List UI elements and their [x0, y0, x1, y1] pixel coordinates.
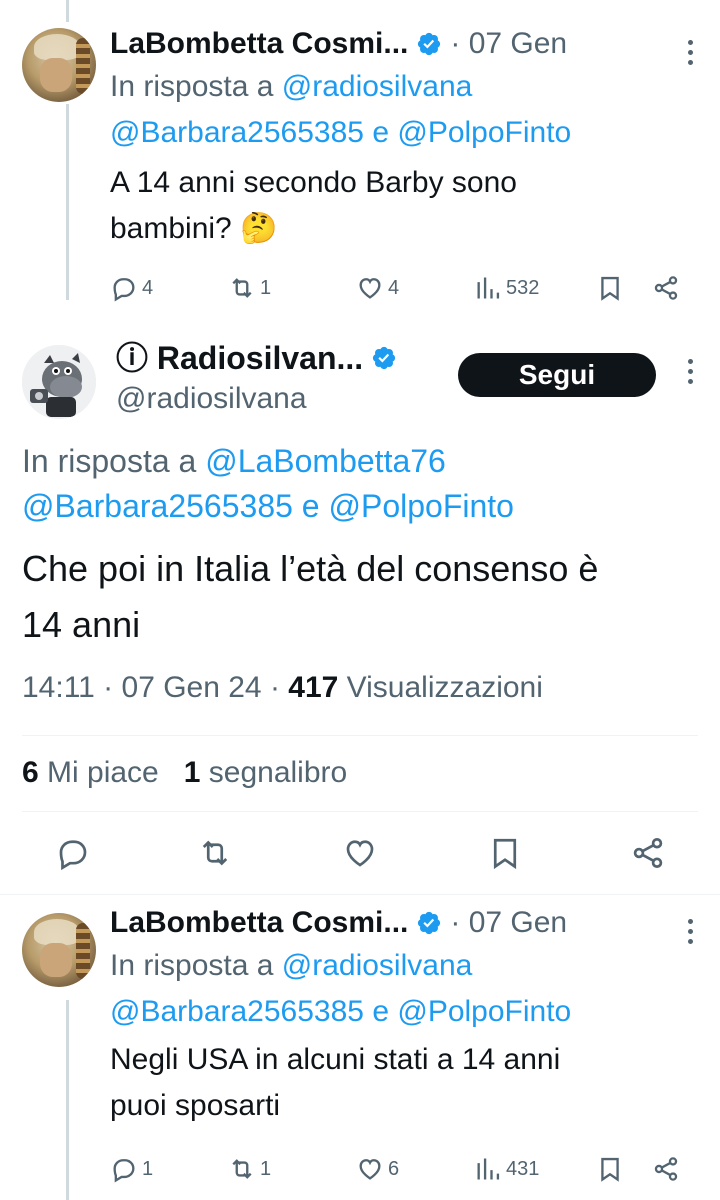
reply-button[interactable]: 4: [110, 274, 153, 302]
share-button[interactable]: [652, 1155, 680, 1183]
like-button[interactable]: [342, 835, 378, 871]
like-count: 6: [388, 1157, 400, 1180]
views-icon: [477, 1158, 500, 1180]
mention-link[interactable]: @LaBombetta76: [205, 443, 446, 479]
bookmark-icon: [601, 276, 619, 301]
bookmark-button[interactable]: [487, 835, 523, 871]
hippo-avatar-icon: [22, 345, 96, 419]
author-name[interactable]: ⓘ Radiosilvan...: [116, 337, 397, 379]
engagement-stats: 6 Mi piace 1 segnalibro: [22, 753, 347, 793]
reply-tweet-2[interactable]: LaBombetta Cosmi... · 07 Gen In risposta…: [0, 895, 720, 1200]
mention-link[interactable]: @radiosilvana: [282, 70, 473, 103]
divider: [22, 811, 698, 812]
like-count: 4: [388, 276, 400, 299]
mention-link[interactable]: @PolpoFinto: [397, 116, 571, 149]
views-count: 417: [288, 671, 339, 704]
like-icon: [346, 840, 374, 867]
tweet-text: Che poi in Italia l’età del consenso è 14…: [22, 548, 599, 645]
verified-badge-icon: [418, 911, 441, 935]
like-button[interactable]: 4: [356, 274, 399, 302]
views-label: Visualizzazioni: [338, 671, 543, 704]
tweet-text: Negli USA in alcuni stati a 14 anni puoi …: [110, 1043, 561, 1122]
retweet-count: 1: [260, 1157, 272, 1180]
reply-to-line-2: @Barbara2565385 e @PolpoFinto: [110, 995, 572, 1028]
tweet-date[interactable]: · 07 Gen: [450, 24, 567, 64]
reply-icon: [59, 840, 87, 871]
reply-to-line-2: @Barbara2565385 e @PolpoFinto: [22, 488, 514, 524]
like-icon: [359, 278, 381, 299]
author-name[interactable]: LaBombetta Cosmi...: [110, 903, 408, 943]
mention-link[interactable]: @radiosilvana: [282, 949, 473, 982]
likes-stat[interactable]: 6 Mi piace: [22, 756, 159, 789]
verified-badge-icon: [373, 346, 396, 370]
mention-link[interactable]: @PolpoFinto: [397, 995, 571, 1028]
reply-button[interactable]: 1: [110, 1155, 153, 1183]
reply-count: 4: [142, 276, 154, 299]
author-name[interactable]: LaBombetta Cosmi...: [110, 24, 408, 64]
share-icon: [633, 838, 663, 868]
views-icon: [477, 277, 500, 299]
author-handle[interactable]: @radiosilvana: [116, 381, 307, 417]
avatar[interactable]: [22, 913, 96, 987]
divider: [22, 735, 698, 736]
more-icon[interactable]: [686, 40, 694, 65]
reply-to-line-1: In risposta a @radiosilvana: [110, 949, 473, 982]
tweet-date[interactable]: · 07 Gen: [450, 903, 567, 943]
bookmark-button[interactable]: [596, 1155, 624, 1183]
share-icon: [654, 276, 678, 300]
bookmark-icon: [493, 838, 517, 870]
more-icon[interactable]: [686, 359, 694, 384]
bookmark-button[interactable]: [596, 274, 624, 302]
views-button[interactable]: 431: [474, 1155, 539, 1183]
avatar[interactable]: [22, 345, 96, 419]
reply-to-line-1: In risposta a @radiosilvana: [110, 70, 473, 103]
avatar[interactable]: [22, 28, 96, 102]
views-count: 532: [506, 276, 540, 299]
share-button[interactable]: [630, 835, 666, 871]
retweet-icon: [202, 840, 228, 866]
verified-badge-icon: [418, 32, 441, 56]
share-button[interactable]: [652, 274, 680, 302]
retweet-icon: [232, 278, 252, 298]
tweet-meta: 14:11 · 07 Gen 24 · 417 Visualizzazioni: [22, 668, 543, 708]
reply-to-line-1: In risposta a @LaBombetta76: [22, 443, 446, 479]
more-icon[interactable]: [686, 919, 694, 944]
retweet-icon: [232, 1159, 252, 1179]
retweet-count: 1: [260, 276, 272, 299]
reply-button[interactable]: [55, 835, 91, 871]
views-count: 431: [506, 1157, 540, 1180]
share-icon: [654, 1157, 678, 1181]
tweet-actions: 1 1 6 431: [110, 1151, 690, 1187]
tweet-actions: 4 1 4 532: [110, 270, 690, 306]
reply-icon: [113, 278, 135, 302]
like-icon: [359, 1159, 381, 1180]
mention-link[interactable]: @Barbara2565385: [22, 488, 293, 524]
reply-count: 1: [142, 1157, 154, 1180]
mention-link[interactable]: @Barbara2565385: [110, 116, 364, 149]
mention-link[interactable]: @Barbara2565385: [110, 995, 364, 1028]
retweet-button[interactable]: 1: [228, 1155, 271, 1183]
like-button[interactable]: 6: [356, 1155, 399, 1183]
retweet-button[interactable]: 1: [228, 274, 271, 302]
bookmark-icon: [601, 1157, 619, 1182]
bookmarks-stat[interactable]: 1 segnalibro: [184, 756, 347, 789]
main-tweet-actions: [0, 835, 720, 875]
tweet-timestamp[interactable]: 14:11 · 07 Gen 24 ·: [22, 671, 288, 704]
reply-to-line-2: @Barbara2565385 e @PolpoFinto: [110, 116, 572, 149]
views-button[interactable]: 532: [474, 274, 539, 302]
reply-tweet-1[interactable]: LaBombetta Cosmi... · 07 Gen In risposta…: [0, 0, 720, 320]
follow-button[interactable]: Segui: [458, 353, 656, 397]
reply-icon: [113, 1159, 135, 1183]
mention-link[interactable]: @PolpoFinto: [328, 488, 513, 524]
retweet-button[interactable]: [197, 835, 233, 871]
tweet-text: A 14 anni secondo Barby sono bambini? 🤔: [110, 166, 517, 245]
